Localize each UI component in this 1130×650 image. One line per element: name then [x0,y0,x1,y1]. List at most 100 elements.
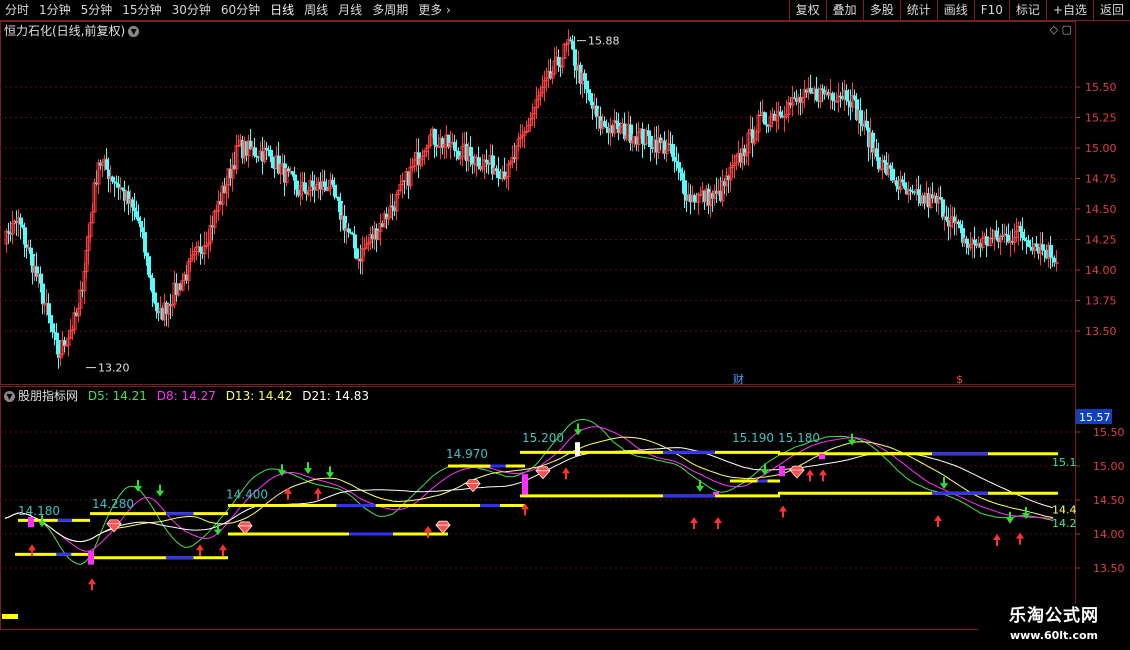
level-label: 15.190 [732,431,774,445]
chevron-down-icon[interactable]: ▼ [128,26,140,37]
candles [4,29,1059,369]
price-axis-label: 13.75 [1085,295,1117,308]
buy-arrow-icon [934,514,942,527]
price-axis-label: 15.25 [1085,112,1117,125]
level-label: 14.400 [226,488,268,502]
toolbar-action-1[interactable]: 叠加 [825,0,863,20]
sell-arrow-icon [848,433,856,446]
d8-line [4,426,1054,552]
buy-arrow-icon [993,534,1001,546]
diamond-icon[interactable]: ◇ [1050,23,1058,36]
window-icon[interactable]: ▢ [1062,23,1072,36]
indicator-title[interactable]: ▼ 股朋指标网 D5: 14.21 D8: 14.27 D13: 14.42 D2… [4,387,375,404]
buy-arrow-icon [424,525,432,538]
signal-bar-white [575,442,580,456]
candle-body-down [19,217,23,225]
buy-arrow-icon [284,487,292,500]
stock-title-text: 恒力石化(日线,前复权) [4,24,126,38]
price-axis-label: 14.25 [1085,234,1117,247]
candle-body-down [347,228,351,233]
buy-arrow-icon [779,505,787,518]
main-pane-border [0,21,1076,385]
signal-bar [522,474,528,495]
sell-arrow-icon [574,423,582,436]
stock-title[interactable]: 恒力石化(日线,前复权) ▼ [4,22,140,39]
period-tab-9[interactable]: 多周期 [367,0,413,20]
level-label: 14.970 [446,447,488,461]
toolbar-action-2[interactable]: 多股 [862,0,900,20]
indicator-axis-label: 15.50 [1093,426,1125,439]
level-label: 15.200 [522,431,564,445]
candle-body-up [1054,261,1059,264]
period-tab-1[interactable]: 1分钟 [34,0,76,20]
gem-icon [237,521,253,535]
signal-bar [779,466,785,477]
kline-chart[interactable]: 15.50 15.25 15.00 14.75 14.50 14.25 14.00 13.75… [0,21,1130,630]
sell-arrow-icon [304,462,312,475]
toolbar-action-4[interactable]: 画线 [936,0,974,20]
price-axis-label: 15.00 [1085,142,1117,155]
right-value-label: 15.1 [1052,456,1077,469]
buy-arrow-icon [562,467,570,480]
period-toolbar: 分时 1分钟 5分钟 15分钟 30分钟 60分钟 日线 周线 月线 多周期 更多 › 复权 叠加 多股… [0,0,1130,21]
toolbar-action-7[interactable]: +自选 [1045,0,1093,20]
current-price-label: 15.57 [1079,411,1111,424]
period-tab-3[interactable]: 15分钟 [117,0,166,20]
buy-arrow-icon [1016,532,1024,545]
watermark-url: www.60lt.com [1009,629,1099,642]
candle-body-down [557,56,561,66]
buy-arrow-icon [314,487,322,500]
low-annotation: 13.20 [98,362,130,375]
period-tab-6[interactable]: 日线 [265,0,299,20]
signal-bar [819,453,825,460]
candle-body-down [587,89,591,94]
period-tab-10[interactable]: 更多 › [413,0,456,20]
buy-arrow-icon [819,469,827,482]
chevron-down-icon[interactable]: ▼ [4,391,15,402]
period-tab-5[interactable]: 60分钟 [216,0,265,20]
toolbar-action-8[interactable]: 返回 [1092,0,1130,20]
sell-arrow-icon [326,466,334,479]
sell-arrow-icon [134,479,142,492]
period-tab-2[interactable]: 5分钟 [76,0,118,20]
period-tabs: 分时 1分钟 5分钟 15分钟 30分钟 60分钟 日线 周线 月线 多周期 更多 › [0,0,456,20]
price-axis-label: 14.50 [1085,203,1117,216]
candle-body-down [155,302,159,312]
buy-arrow-icon [806,469,814,482]
toolbar-action-6[interactable]: 标记 [1008,0,1046,20]
signal-bar [28,517,34,528]
sell-arrow-icon [940,477,948,490]
toolbar-right-actions: 复权 叠加 多股 统计 画线 F10 标记 +自选 返回 [788,0,1130,20]
right-value-label: 14.2 [1052,517,1077,530]
indicator-axis-label: 14.00 [1093,528,1125,541]
chart-corner-icons[interactable]: ◇ ▢ [1050,23,1072,36]
indicator-axis-label: 14.50 [1093,494,1125,507]
period-tab-8[interactable]: 月线 [333,0,367,20]
right-value-label: 14.4 [1052,504,1077,517]
watermark: 乐淘公式网 www.60lt.com [978,604,1130,650]
toolbar-action-5[interactable]: F10 [973,0,1009,20]
toolbar-action-0[interactable]: 复权 [788,0,826,20]
finance-marker: 财 [733,372,744,386]
price-axis-label: 15.50 [1085,81,1117,94]
indicator-axis-label: 15.00 [1093,460,1125,473]
price-axis-label: 13.50 [1085,325,1117,338]
candle-body-down [147,256,151,275]
buy-arrow-icon [714,517,722,529]
indicator-axis-label: 13.50 [1093,562,1125,575]
buy-arrow-icon [690,517,698,529]
toolbar-action-3[interactable]: 统计 [899,0,937,20]
candle-body-down [891,168,895,181]
period-tab-7[interactable]: 周线 [299,0,333,20]
gem-icon [465,479,481,493]
d21-value: D21: 14.83 [302,389,369,403]
period-tab-0[interactable]: 分时 [0,0,34,20]
d5-value: D5: 14.21 [87,389,147,403]
period-tab-4[interactable]: 30分钟 [167,0,216,20]
price-axis-label: 14.75 [1085,173,1117,186]
candle-body-down [41,283,45,305]
buy-arrow-icon [88,578,96,591]
dividend-marker: $ [956,373,963,386]
candle-body-down [111,176,115,182]
level-label: 15.180 [778,431,820,445]
